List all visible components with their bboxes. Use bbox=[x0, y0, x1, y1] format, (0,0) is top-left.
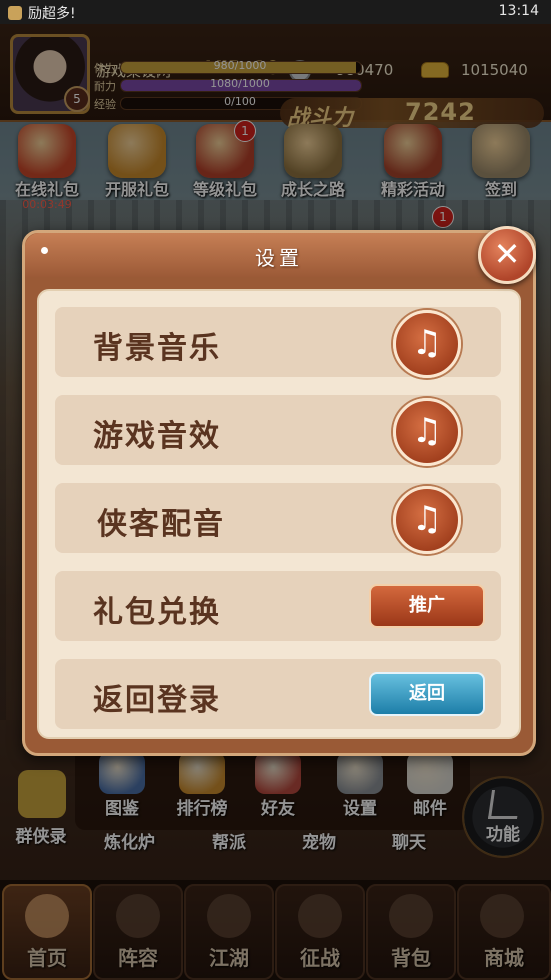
settings-panel: 背景音乐 ♫ 游戏音效 ♫ 侠客配音 ♫ 礼包兑换 推广 返回登录 返回 bbox=[37, 289, 521, 739]
settings-dialog: 设置 背景音乐 ♫ 游戏音效 ♫ 侠客配音 ♫ 礼包兑换 推广 返回登录 返回 bbox=[22, 230, 536, 756]
setting-row-voice: 侠客配音 ♫ bbox=[55, 483, 501, 554]
status-bar: 励超多! 13:14 bbox=[0, 0, 551, 24]
promote-button[interactable]: 推广 bbox=[369, 584, 485, 628]
dialog-title: 设置 bbox=[255, 246, 303, 270]
music-note-icon: ♫ bbox=[411, 499, 443, 539]
bgm-toggle-button[interactable]: ♫ bbox=[393, 310, 461, 378]
music-note-icon: ♫ bbox=[411, 323, 443, 363]
dialog-header: 设置 bbox=[25, 233, 533, 277]
close-icon: ✕ bbox=[493, 235, 521, 273]
setting-label: 礼包兑换 bbox=[93, 595, 221, 630]
sfx-toggle-button[interactable]: ♫ bbox=[393, 398, 461, 466]
voice-toggle-button[interactable]: ♫ bbox=[393, 486, 461, 554]
setting-label: 返回登录 bbox=[93, 683, 221, 718]
music-note-icon: ♫ bbox=[411, 411, 443, 451]
setting-row-gift-code: 礼包兑换 推广 bbox=[55, 571, 501, 641]
setting-label: 侠客配音 bbox=[97, 507, 225, 542]
return-button[interactable]: 返回 bbox=[369, 672, 485, 716]
setting-row-bgm: 背景音乐 ♫ bbox=[55, 307, 501, 378]
app-icon bbox=[8, 6, 22, 20]
setting-row-return-login: 返回登录 返回 bbox=[55, 659, 501, 729]
status-app-name: 励超多! bbox=[28, 6, 76, 22]
setting-label: 背景音乐 bbox=[93, 331, 221, 366]
status-app: 励超多! bbox=[8, 3, 76, 23]
close-button[interactable]: ✕ bbox=[478, 226, 536, 284]
setting-label: 游戏音效 bbox=[93, 419, 221, 454]
status-time: 13:14 bbox=[498, 3, 539, 19]
setting-row-sfx: 游戏音效 ♫ bbox=[55, 395, 501, 466]
